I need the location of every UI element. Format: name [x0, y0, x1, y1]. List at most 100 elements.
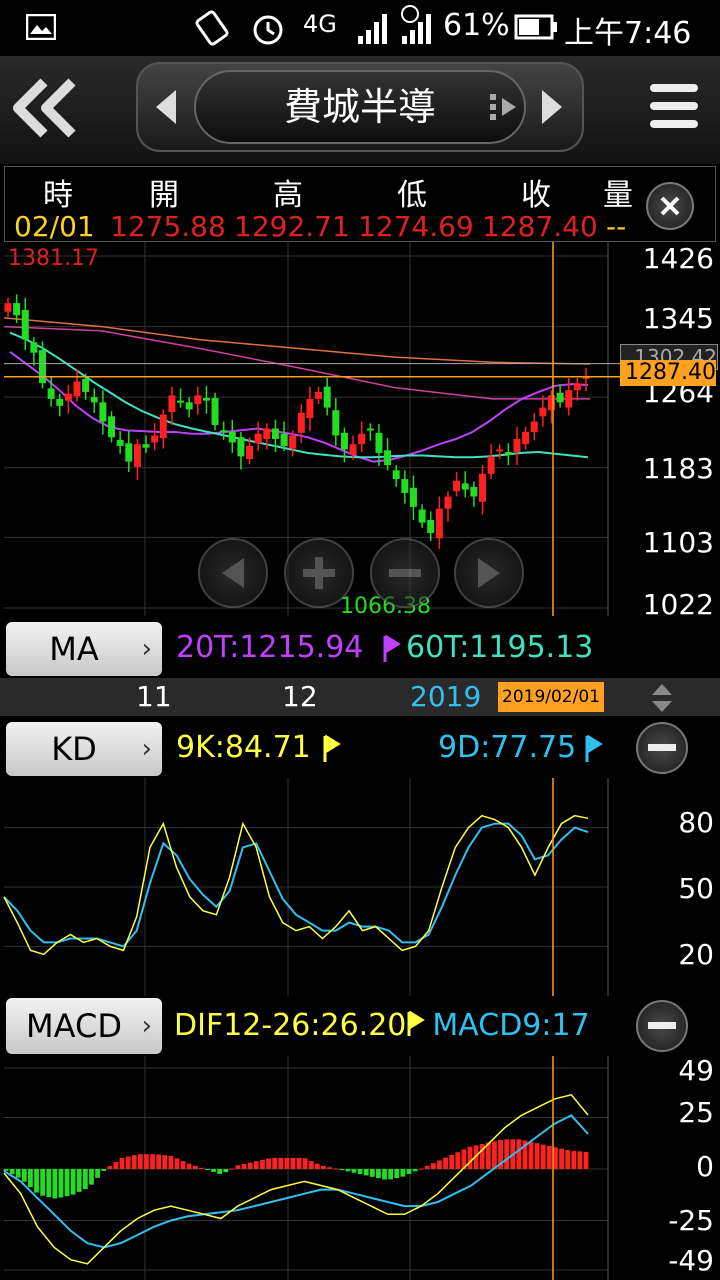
candle-body: [254, 433, 262, 444]
macd-histogram-bar: [58, 1169, 64, 1198]
macd-histogram-bar: [211, 1169, 216, 1172]
minus-icon: [648, 744, 676, 751]
candle-body: [530, 421, 538, 432]
candle-body: [401, 479, 409, 493]
candle-body: [64, 393, 72, 401]
zoom-in-button[interactable]: [284, 538, 354, 608]
candle-body: [56, 398, 64, 406]
macd-histogram-bar: [559, 1148, 564, 1169]
macd-histogram-bar: [327, 1167, 332, 1169]
kd-tick: 50: [678, 872, 714, 905]
macd-histogram-bar: [21, 1169, 27, 1182]
candle-body: [375, 432, 383, 453]
candle-body: [108, 416, 116, 438]
macd-histogram-bar: [418, 1168, 424, 1170]
macd-histogram-bar: [34, 1169, 39, 1193]
macd-histogram-bar: [314, 1163, 320, 1169]
macd-histogram-bar: [571, 1150, 577, 1169]
macd-histogram-bar: [229, 1168, 235, 1170]
candle-body: [194, 395, 202, 405]
kd-d-value: 9D:77.75: [438, 730, 577, 765]
macd-histogram-bar: [363, 1169, 369, 1176]
next-symbol-icon[interactable]: [536, 86, 568, 128]
candle-body: [478, 473, 486, 502]
candle-body: [340, 432, 348, 450]
macd-histogram-bar: [137, 1154, 143, 1169]
double-chevron-left-icon[interactable]: [10, 76, 80, 140]
candle-body: [289, 435, 297, 449]
price-tick: 1103: [642, 526, 714, 559]
ma60-line: [9, 331, 589, 459]
macd-histogram-bar: [339, 1169, 345, 1170]
prev-symbol-icon[interactable]: [150, 86, 182, 128]
kd-k-line: [3, 814, 589, 956]
macd-histogram-bar: [52, 1169, 58, 1199]
candle-body: [90, 397, 98, 403]
candle-body: [211, 398, 219, 426]
macd-histogram-bar: [15, 1169, 21, 1178]
zoom-out-button[interactable]: [370, 538, 440, 608]
scroll-right-button[interactable]: [454, 538, 524, 608]
close-icon: [660, 196, 680, 216]
close-quote-button[interactable]: [646, 182, 694, 230]
candle-body: [306, 398, 314, 419]
ma-long-line: [3, 317, 591, 365]
macd-histogram-bar: [369, 1169, 375, 1177]
macd-histogram-bar: [534, 1143, 540, 1169]
candle-body: [332, 410, 340, 436]
macd-collapse-button[interactable]: [636, 1000, 688, 1052]
triangle-left-icon: [222, 558, 244, 588]
date-tick: 2019: [410, 680, 482, 713]
quote-volume: --: [606, 210, 627, 243]
flag-icon: [383, 634, 401, 662]
resize-arrows-icon[interactable]: [650, 682, 674, 714]
macd-histogram-bar: [302, 1158, 308, 1169]
quote-high: 1292.71: [234, 210, 350, 243]
scroll-left-button[interactable]: [198, 538, 268, 608]
macd-histogram-bar: [278, 1157, 284, 1169]
plus-icon: [303, 557, 335, 589]
kd-collapse-button[interactable]: [636, 722, 688, 774]
macd-histogram-bar: [553, 1147, 558, 1169]
macd-signal-value: MACD9:17: [432, 1008, 590, 1043]
battery-icon: [514, 14, 557, 40]
macd-histogram-bar: [437, 1160, 442, 1169]
flag-icon: [407, 1010, 426, 1036]
quote-open: 1275.88: [110, 210, 226, 243]
macd-selector-button[interactable]: MACD ›: [6, 998, 162, 1054]
menu-icon[interactable]: [648, 80, 700, 132]
candle-body: [470, 486, 478, 497]
macd-histogram-bar: [64, 1169, 70, 1197]
ma-selector-button[interactable]: MA ›: [6, 622, 162, 676]
candle-body: [539, 407, 547, 417]
macd-tick: 49: [678, 1054, 714, 1087]
macd-histogram-bar: [272, 1157, 278, 1169]
candle-body: [30, 342, 38, 353]
macd-histogram-bar: [162, 1155, 168, 1169]
candle-body: [573, 383, 581, 391]
candle-body: [418, 509, 426, 523]
candle-body: [39, 350, 47, 384]
quote-low: 1274.69: [358, 210, 474, 243]
dropdown-handle-icon[interactable]: [488, 92, 520, 122]
macd-histogram-bar: [388, 1169, 394, 1180]
macd-values: DIF12-26:26.20 MACD9:17: [174, 1008, 610, 1052]
macd-button-label: MACD: [26, 1007, 122, 1045]
macd-histogram-bar: [3, 1169, 9, 1171]
triangle-right-icon: [478, 558, 500, 588]
alarm-icon: [253, 15, 283, 45]
macd-histogram-bar: [376, 1169, 381, 1179]
clock: 上午7:46: [564, 16, 692, 51]
signal-icon: [358, 14, 387, 44]
macd-histogram-bar: [504, 1139, 510, 1169]
kd-selector-button[interactable]: KD ›: [6, 722, 162, 776]
kd-tick: 80: [678, 806, 714, 839]
macd-histogram-bar: [565, 1150, 571, 1169]
candle-body: [13, 303, 21, 316]
candle-body: [444, 496, 452, 509]
macd-histogram-bar: [345, 1169, 351, 1172]
price-chart[interactable]: [0, 242, 720, 616]
chevron-right-icon: ›: [141, 734, 152, 764]
page-title[interactable]: 費城半導: [194, 70, 526, 144]
macd-histogram-bar: [430, 1163, 436, 1169]
